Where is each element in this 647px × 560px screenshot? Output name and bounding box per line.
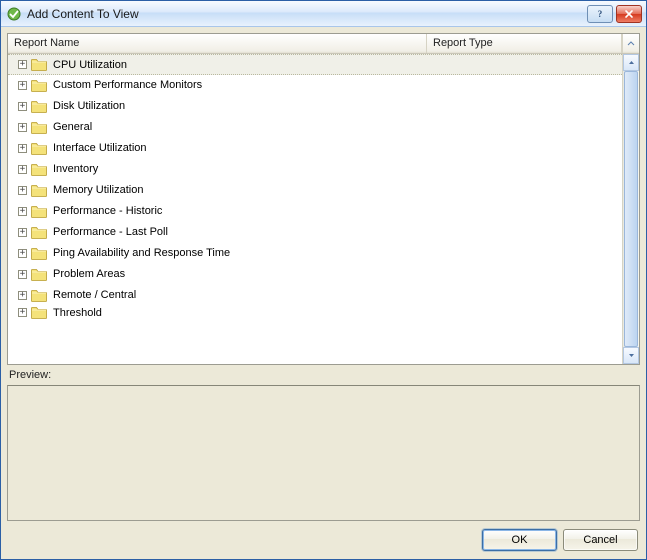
expand-icon[interactable]: + xyxy=(18,291,27,300)
folder-icon xyxy=(31,306,47,319)
tree-row-label: Remote / Central xyxy=(51,289,136,301)
tree-row-label: Custom Performance Monitors xyxy=(51,79,202,91)
tree-row[interactable]: + Remote / Central xyxy=(8,285,622,306)
list-header: Report Name Report Type xyxy=(8,34,639,54)
tree-row-label: General xyxy=(51,121,92,133)
folder-icon xyxy=(31,79,47,92)
svg-text:?: ? xyxy=(598,9,603,19)
list-rows[interactable]: + CPU Utilization + Custom Performance Moni… xyxy=(8,54,622,364)
expand-icon[interactable]: + xyxy=(18,165,27,174)
tree-row[interactable]: + Inventory xyxy=(8,159,622,180)
folder-icon xyxy=(31,289,47,302)
list-body: + CPU Utilization + Custom Performance Moni… xyxy=(8,54,639,364)
window-buttons: ? xyxy=(587,5,642,23)
tree-row-label: Performance - Last Poll xyxy=(51,226,168,238)
scroll-track[interactable] xyxy=(623,71,639,347)
tree-row[interactable]: + Performance - Historic xyxy=(8,201,622,222)
close-button[interactable] xyxy=(616,5,642,23)
scroll-up-arrow[interactable] xyxy=(623,54,639,71)
expand-icon[interactable]: + xyxy=(18,102,27,111)
expand-icon[interactable]: + xyxy=(18,270,27,279)
cancel-button[interactable]: Cancel xyxy=(563,529,638,551)
help-button[interactable]: ? xyxy=(587,5,613,23)
tree-row-label: Ping Availability and Response Time xyxy=(51,247,230,259)
tree-row[interactable]: + CPU Utilization xyxy=(8,54,622,75)
folder-icon xyxy=(31,142,47,155)
folder-icon xyxy=(31,121,47,134)
tree-row-label: Inventory xyxy=(51,163,98,175)
column-header-report-type[interactable]: Report Type xyxy=(427,34,622,53)
vertical-scrollbar[interactable] xyxy=(622,54,639,364)
tree-row[interactable]: + Disk Utilization xyxy=(8,96,622,117)
tree-row[interactable]: + Interface Utilization xyxy=(8,138,622,159)
tree-row-label: CPU Utilization xyxy=(51,59,127,71)
title-bar: Add Content To View ? xyxy=(1,1,646,27)
tree-row-label: Performance - Historic xyxy=(51,205,162,217)
tree-row[interactable]: + Problem Areas xyxy=(8,264,622,285)
expand-icon[interactable]: + xyxy=(18,308,27,317)
button-bar: OK Cancel xyxy=(7,525,640,553)
expand-icon[interactable]: + xyxy=(18,81,27,90)
ok-button[interactable]: OK xyxy=(482,529,557,551)
folder-icon xyxy=(31,163,47,176)
tree-row-label: Interface Utilization xyxy=(51,142,147,154)
report-list-panel: Report Name Report Type + CPU Utilization… xyxy=(7,33,640,365)
tree-row[interactable]: + Memory Utilization xyxy=(8,180,622,201)
app-icon xyxy=(7,7,21,21)
expand-icon[interactable]: + xyxy=(18,186,27,195)
folder-icon xyxy=(31,247,47,260)
dialog-window: Add Content To View ? Report Name Report… xyxy=(0,0,647,560)
scroll-thumb[interactable] xyxy=(624,71,638,347)
folder-icon xyxy=(31,100,47,113)
tree-row[interactable]: + Performance - Last Poll xyxy=(8,222,622,243)
tree-row-label: Problem Areas xyxy=(51,268,125,280)
tree-row[interactable]: + General xyxy=(8,117,622,138)
tree-row[interactable]: + Threshold xyxy=(8,306,622,320)
preview-pane xyxy=(7,385,640,521)
scroll-down-arrow[interactable] xyxy=(623,347,639,364)
expand-icon[interactable]: + xyxy=(18,123,27,132)
folder-icon xyxy=(31,226,47,239)
tree-row-label: Threshold xyxy=(51,307,102,319)
folder-icon xyxy=(31,184,47,197)
expand-icon[interactable]: + xyxy=(18,60,27,69)
folder-icon xyxy=(31,268,47,281)
tree-row-label: Disk Utilization xyxy=(51,100,125,112)
tree-row[interactable]: + Custom Performance Monitors xyxy=(8,75,622,96)
window-title: Add Content To View xyxy=(27,7,581,21)
expand-icon[interactable]: + xyxy=(18,207,27,216)
folder-icon xyxy=(31,205,47,218)
folder-icon xyxy=(31,58,47,71)
tree-row-label: Memory Utilization xyxy=(51,184,143,196)
expand-icon[interactable]: + xyxy=(18,249,27,258)
header-scroll-corner xyxy=(622,34,639,53)
expand-icon[interactable]: + xyxy=(18,144,27,153)
client-area: Report Name Report Type + CPU Utilization… xyxy=(1,27,646,559)
tree-row[interactable]: + Ping Availability and Response Time xyxy=(8,243,622,264)
expand-icon[interactable]: + xyxy=(18,228,27,237)
preview-label: Preview: xyxy=(7,369,640,381)
column-header-report-name[interactable]: Report Name xyxy=(8,34,427,53)
